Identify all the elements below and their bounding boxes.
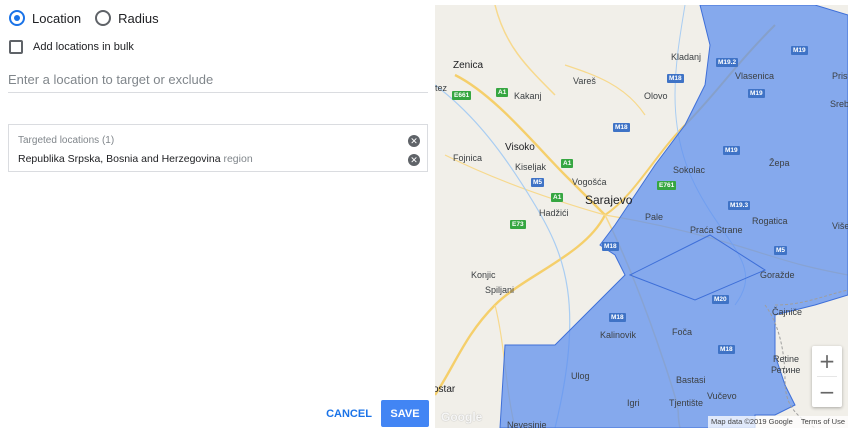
zoom-out-button[interactable]: − — [812, 377, 842, 407]
remove-location-icon[interactable]: ✕ — [408, 154, 420, 166]
radius-radio[interactable] — [95, 10, 112, 26]
road-shield: M19 — [748, 89, 765, 98]
road-shield: M5 — [531, 178, 545, 187]
map-place-label: Sokolac — [673, 165, 706, 175]
targeted-locations-box: Targeted locations (1) ✕ Republika Srpsk… — [8, 124, 428, 172]
map-place-label: Rogatica — [752, 216, 788, 226]
terms-of-use-link[interactable]: Terms of Use — [801, 416, 845, 428]
map-place-label: Olovo — [644, 91, 668, 101]
map-place-label: Igri — [627, 398, 640, 408]
map-place-label: Sarajevo — [585, 193, 633, 207]
map-place-label: Vareš — [573, 76, 596, 86]
map-zoom-control: + − — [812, 346, 842, 407]
location-radio[interactable] — [9, 10, 25, 26]
road-shield: A1 — [496, 88, 509, 97]
map-place-label: Ulog — [571, 371, 590, 381]
map-place-label: Praća Strane — [690, 225, 743, 235]
bulk-locations-checkbox[interactable] — [9, 40, 23, 54]
google-logo: Google — [441, 410, 483, 424]
map-place-label: Kladanj — [671, 52, 702, 62]
map-place-label: Čajniče — [772, 307, 803, 317]
road-shield: E73 — [510, 220, 526, 229]
save-button[interactable]: SAVE — [381, 400, 429, 427]
map-attribution: Map data ©2019 Google Terms of Use — [707, 416, 848, 428]
road-shield: M19 — [723, 146, 740, 155]
map-place-label: Konjic — [471, 270, 496, 280]
road-shield: M18 — [613, 123, 630, 132]
map-place-label: Zenica — [453, 60, 484, 71]
map-place-label: Hadžići — [539, 208, 569, 218]
road-shield: M5 — [774, 246, 788, 255]
map-place-label: Vlasenica — [735, 71, 775, 81]
map-place-label: Kakanj — [514, 91, 542, 101]
bulk-locations-label: Add locations in bulk — [33, 41, 134, 53]
road-shield: A1 — [561, 159, 574, 168]
location-radio-option[interactable]: Location — [9, 10, 81, 26]
map-place-label: Retine — [773, 354, 800, 364]
location-search-input[interactable] — [8, 66, 428, 93]
road-shield: M19.3 — [728, 201, 751, 210]
road-shield: M19 — [791, 46, 808, 55]
map-place-label: ostar — [435, 384, 456, 395]
radius-radio-label: Radius — [118, 10, 159, 26]
map-place-label: Fojnica — [453, 153, 483, 163]
road-shield: M18 — [609, 313, 626, 322]
map-place-label: Prist — [832, 71, 848, 81]
targeted-location-item: Republika Srpska, Bosnia and Herzegovina… — [18, 153, 253, 165]
map-place-label: Tjentište — [669, 398, 704, 408]
map-place-label: Kiseljak — [515, 162, 547, 172]
bulk-locations-option[interactable]: Add locations in bulk — [9, 40, 134, 54]
map-place-label: Bastasi — [676, 375, 706, 385]
road-shield: A1 — [551, 193, 564, 202]
map-road — [494, 5, 556, 96]
map-place-label: Vučevo — [707, 391, 737, 401]
map-place-label: Vogošća — [572, 177, 607, 187]
cancel-button[interactable]: CANCEL — [322, 401, 376, 427]
map-road — [564, 64, 646, 116]
radius-radio-option[interactable]: Radius — [95, 10, 159, 26]
map[interactable]: Zenica itez Vareš Kladanj Vlasenica Kaka… — [435, 5, 848, 428]
map-place-label: Ретине — [771, 365, 801, 375]
targeted-location-name: Republika Srpska, Bosnia and Herzegovina — [18, 153, 221, 165]
map-place-label: Spiljani — [485, 285, 515, 295]
map-place-label: itez — [435, 83, 448, 93]
road-shield: M19.2 — [716, 58, 739, 67]
map-place-label: Foča — [672, 327, 693, 337]
targeted-location-type: region — [223, 153, 253, 165]
location-radio-label: Location — [32, 10, 82, 26]
location-targeting-panel: Location Radius Add locations in bulk Ta… — [0, 0, 435, 434]
targeted-locations-title: Targeted locations (1) — [18, 135, 115, 146]
map-place-label: Goražde — [760, 270, 795, 280]
targeting-mode-group: Location Radius — [9, 10, 173, 26]
map-place-label: Visoko — [505, 142, 535, 153]
map-place-label: Više — [832, 221, 848, 231]
road-shield: E761 — [657, 181, 677, 190]
road-shield: M18 — [602, 242, 619, 251]
road-shield: M20 — [712, 295, 729, 304]
road-shield: E661 — [452, 91, 472, 100]
clear-all-icon[interactable]: ✕ — [408, 135, 420, 147]
road-shield: M18 — [718, 345, 735, 354]
map-place-label: Žepa — [769, 158, 790, 168]
map-place-label: Pale — [645, 212, 664, 222]
map-place-label: Nevesinje — [507, 420, 547, 428]
map-data-credit: Map data ©2019 Google — [710, 417, 793, 426]
zoom-in-button[interactable]: + — [812, 346, 842, 376]
map-place-label: Sreb — [830, 99, 848, 109]
road-shield: M18 — [667, 74, 684, 83]
map-place-label: Kalinovik — [600, 330, 637, 340]
